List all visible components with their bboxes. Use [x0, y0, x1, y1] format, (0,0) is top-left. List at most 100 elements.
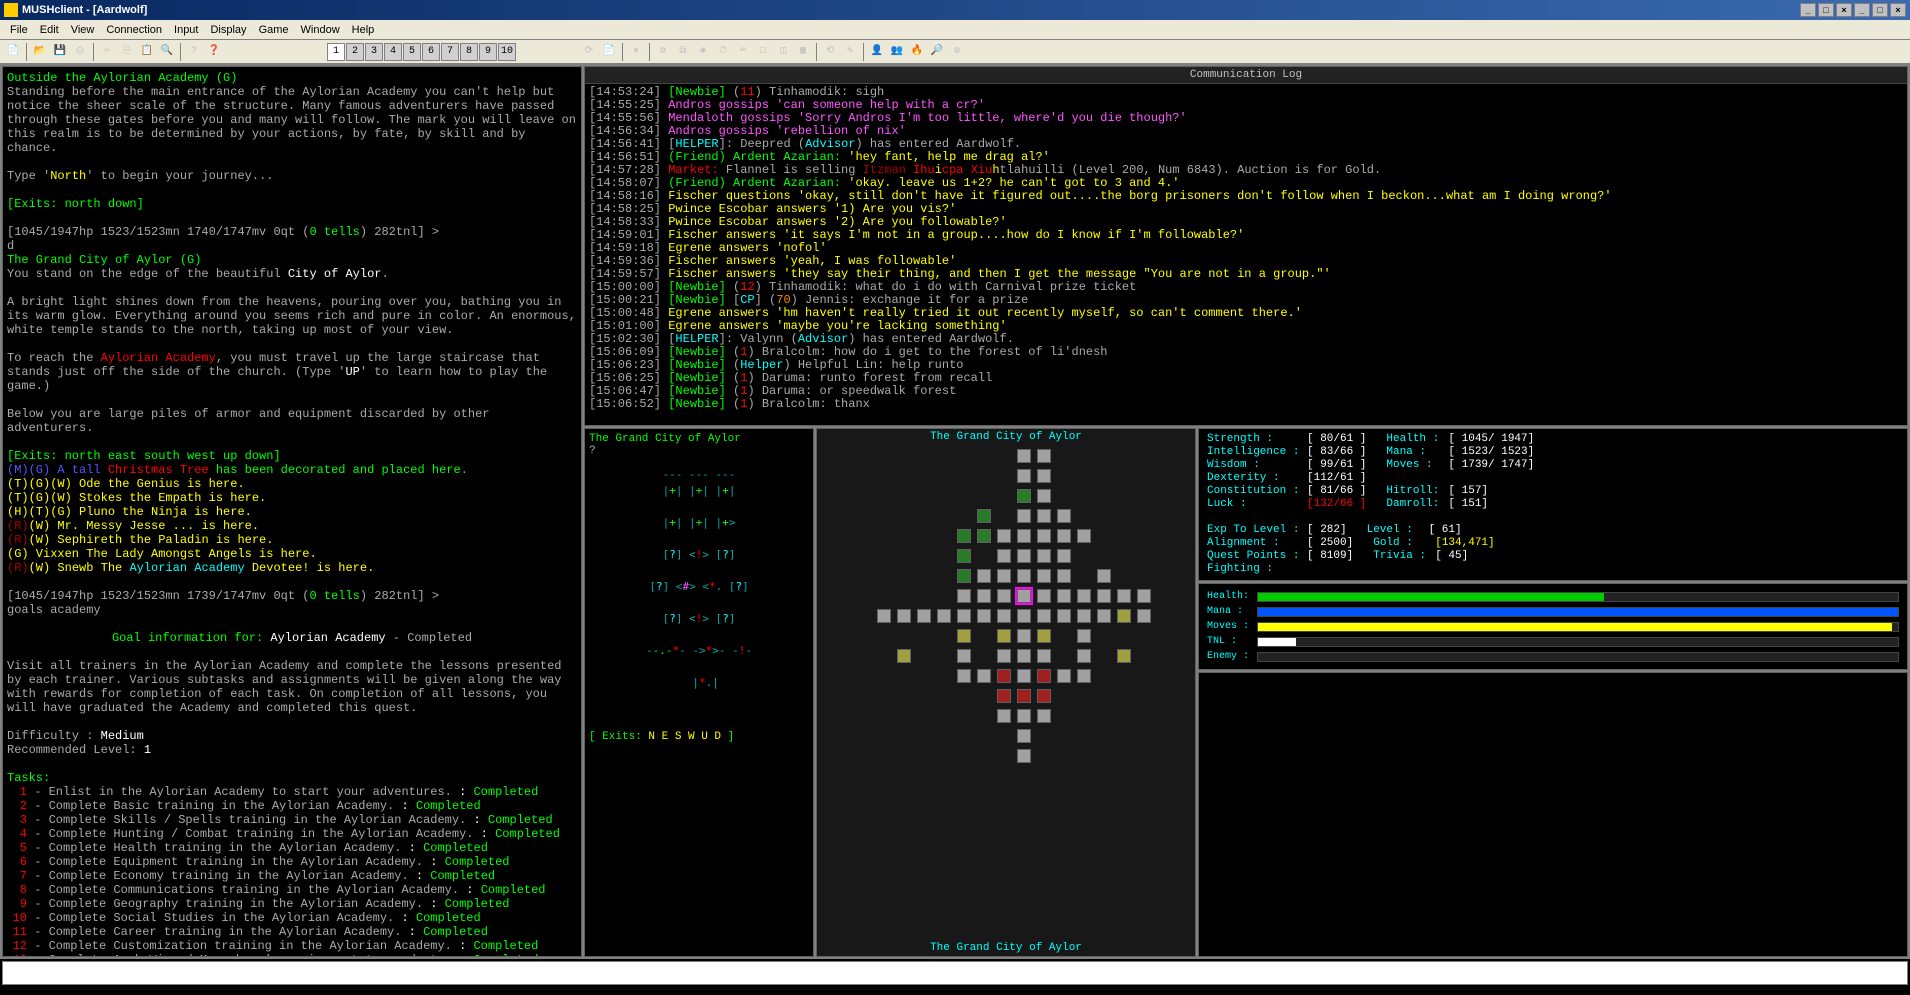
map-room[interactable]: [1017, 569, 1031, 583]
world-tab-6[interactable]: 6: [422, 43, 440, 61]
map-room[interactable]: [897, 609, 911, 623]
gear-icon[interactable]: ⚙: [948, 43, 966, 61]
world-tab-3[interactable]: 3: [365, 43, 383, 61]
map-room[interactable]: [957, 529, 971, 543]
map-room[interactable]: [1037, 569, 1051, 583]
map-room[interactable]: [1057, 569, 1071, 583]
map-room[interactable]: [1037, 589, 1051, 603]
copy-icon[interactable]: ⎘: [118, 43, 136, 61]
command-input[interactable]: [3, 962, 1907, 984]
child-minimize-button[interactable]: _: [1854, 3, 1870, 17]
map-room[interactable]: [997, 709, 1011, 723]
map-room[interactable]: [997, 649, 1011, 663]
map-room[interactable]: [997, 529, 1011, 543]
map-room[interactable]: [897, 649, 911, 663]
map-room[interactable]: [957, 589, 971, 603]
help-icon[interactable]: ?: [185, 43, 203, 61]
menu-connection[interactable]: Connection: [100, 22, 168, 38]
find-icon[interactable]: 🔍: [158, 43, 176, 61]
scripts-icon[interactable]: ◫: [774, 43, 792, 61]
map-room[interactable]: [997, 629, 1011, 643]
map-room[interactable]: [1077, 529, 1091, 543]
save-icon[interactable]: 💾: [51, 43, 69, 61]
map-room[interactable]: [957, 649, 971, 663]
map-room[interactable]: [957, 609, 971, 623]
reload-icon[interactable]: ⟲: [821, 43, 839, 61]
map-room[interactable]: [1077, 629, 1091, 643]
map-room[interactable]: [1037, 489, 1051, 503]
map-room[interactable]: [997, 549, 1011, 563]
map-room[interactable]: [1037, 689, 1051, 703]
map-room[interactable]: [1097, 609, 1111, 623]
search-icon[interactable]: 🔎: [928, 43, 946, 61]
pause-icon[interactable]: ⏸: [627, 43, 645, 61]
world-tab-7[interactable]: 7: [441, 43, 459, 61]
map-room[interactable]: [937, 609, 951, 623]
whatsthis-icon[interactable]: ❓: [205, 43, 223, 61]
map-room[interactable]: [977, 569, 991, 583]
world-tab-4[interactable]: 4: [384, 43, 402, 61]
map-room[interactable]: [1017, 749, 1031, 763]
main-output[interactable]: Outside the Aylorian Academy (G) Standin…: [2, 66, 582, 957]
map-room[interactable]: [1077, 609, 1091, 623]
map-room[interactable]: [1037, 549, 1051, 563]
map-room[interactable]: [1077, 649, 1091, 663]
menu-game[interactable]: Game: [253, 22, 295, 38]
map-room[interactable]: [917, 609, 931, 623]
triggers-icon[interactable]: ✱: [694, 43, 712, 61]
menu-view[interactable]: View: [65, 22, 101, 38]
map-room[interactable]: [1137, 609, 1151, 623]
map-room[interactable]: [997, 589, 1011, 603]
plugins-icon[interactable]: ▦: [794, 43, 812, 61]
map-room[interactable]: [1017, 469, 1031, 483]
person-icon[interactable]: 👤: [868, 43, 886, 61]
map-room[interactable]: [1057, 549, 1071, 563]
map-room[interactable]: [1117, 649, 1131, 663]
menu-window[interactable]: Window: [295, 22, 346, 38]
map-room[interactable]: [1037, 509, 1051, 523]
fire-icon[interactable]: 🔥: [908, 43, 926, 61]
world-tab-2[interactable]: 2: [346, 43, 364, 61]
map-room[interactable]: [1017, 689, 1031, 703]
map-room[interactable]: [1037, 669, 1051, 683]
map-room[interactable]: [1017, 629, 1031, 643]
map-room[interactable]: [977, 529, 991, 543]
map-room[interactable]: [1057, 669, 1071, 683]
map-room[interactable]: [1017, 489, 1031, 503]
child-maximize-button[interactable]: □: [1872, 3, 1888, 17]
map-room[interactable]: [1017, 509, 1031, 523]
open-icon[interactable]: 📂: [31, 43, 49, 61]
map-room[interactable]: [1037, 449, 1051, 463]
print-icon[interactable]: ⎙: [71, 43, 89, 61]
map-room[interactable]: [1057, 509, 1071, 523]
map-room[interactable]: [977, 589, 991, 603]
map-room[interactable]: [1057, 529, 1071, 543]
world-tab-8[interactable]: 8: [460, 43, 478, 61]
map-room[interactable]: [997, 569, 1011, 583]
world-tab-9[interactable]: 9: [479, 43, 497, 61]
maximize-button[interactable]: □: [1818, 3, 1834, 17]
connect-icon[interactable]: ⟳: [580, 43, 598, 61]
map-room[interactable]: [957, 669, 971, 683]
map-room[interactable]: [1037, 469, 1051, 483]
map-room[interactable]: [957, 569, 971, 583]
map-room[interactable]: [997, 689, 1011, 703]
menu-help[interactable]: Help: [346, 22, 381, 38]
cut-icon[interactable]: ✂: [98, 43, 116, 61]
menu-edit[interactable]: Edit: [34, 22, 65, 38]
ascii-map[interactable]: The Grand City of Aylor ? --- --- --- |+…: [584, 428, 814, 957]
map-room[interactable]: [977, 669, 991, 683]
group-icon[interactable]: 👥: [888, 43, 906, 61]
map-room[interactable]: [977, 509, 991, 523]
edit-icon[interactable]: ✎: [841, 43, 859, 61]
map-room[interactable]: [1037, 529, 1051, 543]
map-room[interactable]: [1037, 709, 1051, 723]
map-room[interactable]: [1097, 589, 1111, 603]
map-room[interactable]: [1017, 729, 1031, 743]
close-button[interactable]: ×: [1836, 3, 1852, 17]
world-tab-10[interactable]: 10: [498, 43, 516, 61]
map-room[interactable]: [1017, 649, 1031, 663]
timers-icon[interactable]: ⏱: [714, 43, 732, 61]
map-room[interactable]: [1017, 609, 1031, 623]
paste-icon[interactable]: 📋: [138, 43, 156, 61]
